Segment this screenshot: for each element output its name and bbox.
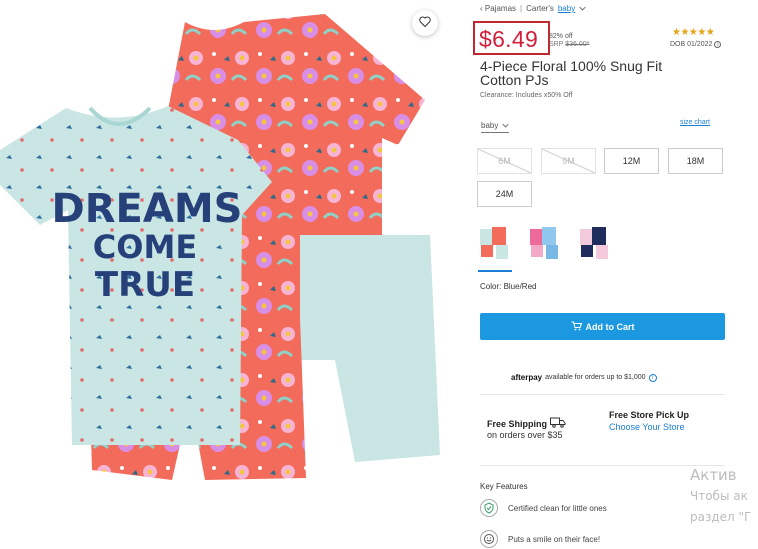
color-swatch-pink-blue[interactable] bbox=[528, 227, 562, 267]
heart-icon bbox=[419, 14, 431, 32]
cart-icon bbox=[571, 320, 582, 333]
watermark-line2: Чтобы ак bbox=[690, 489, 748, 503]
afterpay-logo: afterpay bbox=[511, 373, 543, 382]
breadcrumb-separator: | bbox=[520, 4, 523, 13]
feature-text: Puts a smile on their face! bbox=[508, 534, 601, 544]
size-option-18m[interactable]: 18M bbox=[668, 148, 723, 174]
clearance-note: Clearance: Includes x50% Off bbox=[480, 92, 573, 99]
product-title: 4-Piece Floral 100% Snug Fit Cotton PJs bbox=[480, 58, 663, 88]
shirt-print-line3: TRUE bbox=[95, 265, 195, 305]
add-to-cart-label: Add to Cart bbox=[585, 321, 635, 332]
shirt-print-line1: DREAMS bbox=[52, 186, 243, 232]
feature-item: Puts a smile on their face! bbox=[480, 530, 600, 548]
breadcrumb-baby[interactable]: baby bbox=[558, 4, 575, 13]
key-features-heading: Key Features bbox=[480, 482, 528, 491]
watermark-line3: раздел "Г bbox=[690, 510, 752, 524]
certified-badge-icon bbox=[480, 499, 498, 517]
size-type-value: baby bbox=[481, 121, 499, 130]
product-image[interactable]: DREAMS COME TRUE bbox=[0, 0, 452, 480]
divider bbox=[480, 465, 725, 466]
watermark-line1: Актив bbox=[690, 466, 737, 484]
breadcrumb: ‹ Pajamas | Carter's baby bbox=[480, 4, 586, 13]
pajama-set-illustration: DREAMS COME TRUE bbox=[0, 14, 440, 480]
size-option-9m[interactable]: 9M bbox=[541, 148, 596, 174]
feature-item: Certified clean for little ones bbox=[480, 499, 607, 517]
free-shipping-subtitle: on orders over $35 bbox=[487, 430, 563, 440]
info-icon[interactable]: i bbox=[714, 41, 722, 48]
shirt-print-line2: COME bbox=[93, 228, 197, 266]
chevron-down-icon bbox=[502, 121, 510, 130]
smile-icon bbox=[480, 530, 498, 548]
truck-icon bbox=[550, 417, 566, 430]
srp-value: $36.00* bbox=[565, 41, 590, 48]
color-swatch-blue-red[interactable] bbox=[478, 227, 512, 272]
size-type-select[interactable]: baby bbox=[481, 121, 510, 133]
discount-percent: 82% off bbox=[549, 33, 573, 40]
info-icon[interactable]: i bbox=[648, 373, 657, 382]
free-shipping-label: Free Shipping bbox=[487, 418, 548, 429]
breadcrumb-pajamas[interactable]: ‹ Pajamas bbox=[480, 4, 516, 13]
srp-label: SRP bbox=[549, 41, 564, 48]
wishlist-button[interactable] bbox=[412, 10, 438, 36]
divider bbox=[480, 394, 725, 395]
srp-price: SRP $36.00* bbox=[549, 41, 589, 48]
afterpay-info: afterpay available for orders up to $1,0… bbox=[511, 373, 657, 382]
selected-color-label: Color: Blue/Red bbox=[480, 282, 537, 291]
dob-info: DOB 01/2022 i bbox=[670, 41, 722, 48]
chevron-down-icon[interactable] bbox=[579, 4, 586, 13]
afterpay-text: available for orders up to $1,000 bbox=[545, 374, 646, 381]
store-pickup-title: Free Store Pick Up bbox=[609, 410, 690, 420]
free-shipping-title: Free Shipping bbox=[487, 417, 566, 430]
color-swatch-navy-pink[interactable] bbox=[578, 227, 612, 267]
size-chart-link[interactable]: size chart bbox=[680, 119, 710, 126]
breadcrumb-carters[interactable]: Carter's bbox=[526, 4, 554, 13]
feature-text: Certified clean for little ones bbox=[508, 503, 607, 513]
size-option-6m[interactable]: 6M bbox=[477, 148, 532, 174]
add-to-cart-button[interactable]: Add to Cart bbox=[480, 313, 725, 340]
size-option-12m[interactable]: 12M bbox=[604, 148, 659, 174]
star-rating[interactable]: ★★★★★ bbox=[672, 27, 715, 38]
dob-text: DOB 01/2022 bbox=[670, 41, 713, 48]
choose-store-link[interactable]: Choose Your Store bbox=[609, 422, 685, 432]
sale-price: $6.49 bbox=[479, 26, 539, 52]
size-option-24m[interactable]: 24M bbox=[477, 181, 532, 207]
